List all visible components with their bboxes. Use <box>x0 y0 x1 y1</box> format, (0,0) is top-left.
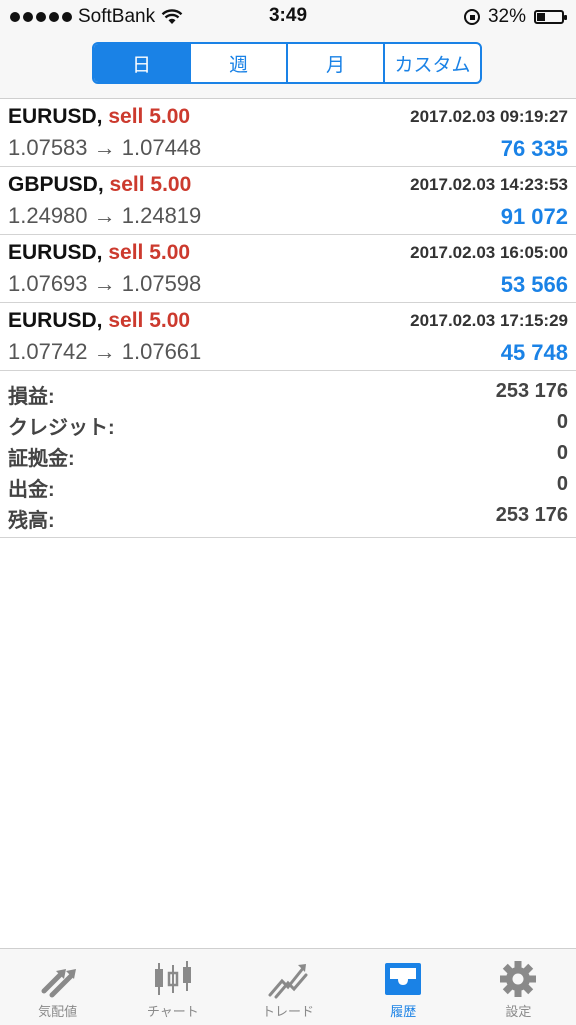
trade-trend-icon <box>268 964 308 999</box>
summary-value: 253 176 <box>495 380 568 402</box>
status-right-group: 32% <box>463 6 567 28</box>
tab-label: 設定 <box>505 1004 532 1019</box>
trade-profit: 91 072 <box>500 204 568 229</box>
trade-symbol-side: EURUSD, sell 5.00 <box>8 309 190 333</box>
inbox-tray-icon <box>385 963 422 995</box>
summary-row-balance: 残高: 253 176 <box>0 500 576 532</box>
period-month[interactable]: 月 <box>286 44 383 82</box>
summary-label: 証拠金: <box>8 448 75 470</box>
trade-datetime: 2017.02.03 16:05:00 <box>410 243 568 262</box>
summary-value: 0 <box>556 442 568 464</box>
candlestick-icon <box>154 961 191 995</box>
trade-row[interactable]: EURUSD, sell 5.00 2017.02.03 16:05:00 1.… <box>0 235 576 303</box>
period-segmented-control: 日 週 月 カスタム <box>92 42 482 84</box>
period-custom[interactable]: カスタム <box>383 44 480 82</box>
trade-row[interactable]: EURUSD, sell 5.00 2017.02.03 17:15:29 1.… <box>0 303 576 371</box>
trade-side: sell 5.00 <box>108 241 191 264</box>
trade-side: sell 5.00 <box>108 105 191 128</box>
tab-label: トレード <box>262 1004 315 1019</box>
bottom-tab-bar: 気配値 チャート トレード 履歴 設定 <box>0 948 576 1025</box>
summary-row-deposit: 証拠金: 0 <box>0 438 576 470</box>
summary-row-profit: 損益: 253 176 <box>0 376 576 408</box>
tab-history[interactable]: 履歴 <box>346 949 461 1025</box>
trade-row[interactable]: EURUSD, sell 5.00 2017.02.03 09:19:27 1.… <box>0 99 576 167</box>
summary-label: 損益: <box>8 386 55 408</box>
status-bar: SoftBank 3:49 32% <box>0 0 576 34</box>
trade-symbol: EURUSD, <box>8 309 103 332</box>
trade-symbol: EURUSD, <box>8 105 103 128</box>
tab-chart[interactable]: チャート <box>115 949 230 1025</box>
battery-icon <box>534 10 567 24</box>
battery-percent: 32% <box>487 6 526 27</box>
tab-label: 履歴 <box>390 1004 417 1019</box>
trade-side: sell 5.00 <box>108 309 191 332</box>
trade-history-list: EURUSD, sell 5.00 2017.02.03 09:19:27 1.… <box>0 99 576 371</box>
trade-symbol: EURUSD, <box>8 241 103 264</box>
summary-label: 出金: <box>8 479 55 501</box>
trade-row[interactable]: GBPUSD, sell 5.00 2017.02.03 14:23:53 1.… <box>0 167 576 235</box>
summary-row-credit: クレジット: 0 <box>0 407 576 439</box>
gear-icon <box>500 961 537 997</box>
summary-value: 253 176 <box>495 504 568 526</box>
trade-symbol-side: GBPUSD, sell 5.00 <box>8 173 191 197</box>
summary-value: 0 <box>556 411 568 433</box>
summary-label: クレジット: <box>8 417 115 439</box>
period-selector-bar: 日 週 月 カスタム <box>0 34 576 99</box>
summary-value: 0 <box>556 473 568 495</box>
trade-prices: 1.07742 → 1.07661 <box>8 339 202 364</box>
period-day[interactable]: 日 <box>94 44 189 82</box>
account-summary: 損益: 253 176 クレジット: 0 証拠金: 0 出金: 0 残高: 25… <box>0 376 576 538</box>
summary-row-withdrawal: 出金: 0 <box>0 469 576 501</box>
trade-prices: 1.24980 → 1.24819 <box>8 203 202 228</box>
trade-datetime: 2017.02.03 17:15:29 <box>410 311 568 330</box>
orientation-lock-icon <box>463 9 480 25</box>
tab-label: 気配値 <box>38 1004 78 1019</box>
trade-symbol-side: EURUSD, sell 5.00 <box>8 241 190 265</box>
trade-profit: 53 566 <box>500 272 568 297</box>
period-week[interactable]: 週 <box>189 44 286 82</box>
summary-label: 残高: <box>8 510 55 532</box>
trade-side: sell 5.00 <box>109 173 192 196</box>
trade-prices: 1.07583 → 1.07448 <box>8 135 202 160</box>
trade-datetime: 2017.02.03 09:19:27 <box>410 107 568 126</box>
trade-symbol: GBPUSD, <box>8 173 104 196</box>
tab-quotes[interactable]: 気配値 <box>0 949 115 1025</box>
trade-prices: 1.07693 → 1.07598 <box>8 271 202 296</box>
trade-profit: 76 335 <box>500 136 568 161</box>
trade-symbol-side: EURUSD, sell 5.00 <box>8 105 190 129</box>
trade-profit: 45 748 <box>500 340 568 365</box>
trade-datetime: 2017.02.03 14:23:53 <box>410 175 568 194</box>
quotes-arrows-icon <box>41 969 76 998</box>
tab-trade[interactable]: トレード <box>230 949 345 1025</box>
tab-label: チャート <box>146 1004 199 1019</box>
tab-settings[interactable]: 設定 <box>461 949 576 1025</box>
